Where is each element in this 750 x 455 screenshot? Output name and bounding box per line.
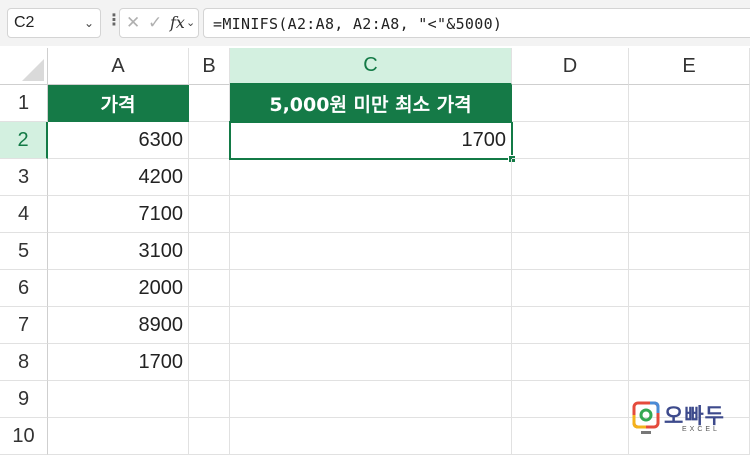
cell-c6[interactable] bbox=[230, 270, 512, 307]
row-header-5[interactable]: 5 bbox=[0, 233, 48, 270]
cancel-icon[interactable]: ✕ bbox=[126, 13, 140, 33]
cell-a4[interactable]: 7100 bbox=[48, 196, 189, 233]
cell-b10[interactable] bbox=[189, 418, 230, 455]
cell-c7[interactable] bbox=[230, 307, 512, 344]
cell-e4[interactable] bbox=[629, 196, 750, 233]
logo-sub-text: EXCEL bbox=[682, 426, 720, 433]
cell-b8[interactable] bbox=[189, 344, 230, 381]
row-header-4[interactable]: 4 bbox=[0, 196, 48, 233]
insert-function-icon[interactable]: fx bbox=[170, 13, 185, 32]
formula-text: =MINIFS(A2:A8, A2:A8, "<"&5000) bbox=[213, 15, 503, 33]
cell-e3[interactable] bbox=[629, 159, 750, 196]
formula-input[interactable]: =MINIFS(A2:A8, A2:A8, "<"&5000) bbox=[203, 8, 750, 38]
chevron-down-icon[interactable]: ⌄ bbox=[186, 16, 195, 29]
enter-icon[interactable]: ✓ bbox=[148, 13, 162, 33]
cell-b4[interactable] bbox=[189, 196, 230, 233]
cell-d2[interactable] bbox=[512, 122, 629, 159]
row-header-7[interactable]: 7 bbox=[0, 307, 48, 344]
select-all-triangle-icon bbox=[22, 59, 44, 81]
cell-d4[interactable] bbox=[512, 196, 629, 233]
cell-c5[interactable] bbox=[230, 233, 512, 270]
cell-a8[interactable]: 1700 bbox=[48, 344, 189, 381]
column-header-d[interactable]: D bbox=[512, 48, 629, 85]
cell-a1[interactable]: 가격 bbox=[48, 85, 189, 122]
cell-a10[interactable] bbox=[48, 418, 189, 455]
column-header-e[interactable]: E bbox=[629, 48, 750, 85]
cell-a9[interactable] bbox=[48, 381, 189, 418]
cell-e8[interactable] bbox=[629, 344, 750, 381]
cell-c3[interactable] bbox=[230, 159, 512, 196]
cell-c10[interactable] bbox=[230, 418, 512, 455]
cell-b9[interactable] bbox=[189, 381, 230, 418]
row-header-8[interactable]: 8 bbox=[0, 344, 48, 381]
row-header-10[interactable]: 10 bbox=[0, 418, 48, 455]
cell-e7[interactable] bbox=[629, 307, 750, 344]
cell-d3[interactable] bbox=[512, 159, 629, 196]
cell-d1[interactable] bbox=[512, 85, 629, 122]
name-box[interactable]: C2 ⌄ bbox=[7, 8, 101, 38]
cell-a6[interactable]: 2000 bbox=[48, 270, 189, 307]
column-header-b[interactable]: B bbox=[189, 48, 230, 85]
cell-e2[interactable] bbox=[629, 122, 750, 159]
cell-a3[interactable]: 4200 bbox=[48, 159, 189, 196]
cell-b3[interactable] bbox=[189, 159, 230, 196]
cell-d10[interactable] bbox=[512, 418, 629, 455]
select-all-button[interactable] bbox=[0, 48, 48, 85]
name-box-value: C2 bbox=[14, 14, 35, 31]
cell-b5[interactable] bbox=[189, 233, 230, 270]
cell-b2[interactable] bbox=[189, 122, 230, 159]
cell-c8[interactable] bbox=[230, 344, 512, 381]
row-header-6[interactable]: 6 bbox=[0, 270, 48, 307]
cell-d6[interactable] bbox=[512, 270, 629, 307]
cell-a5[interactable]: 3100 bbox=[48, 233, 189, 270]
cell-d7[interactable] bbox=[512, 307, 629, 344]
row-header-3[interactable]: 3 bbox=[0, 159, 48, 196]
cell-c9[interactable] bbox=[230, 381, 512, 418]
cell-b7[interactable] bbox=[189, 307, 230, 344]
column-header-a[interactable]: A bbox=[48, 48, 189, 85]
row-header-2[interactable]: 2 bbox=[0, 122, 48, 159]
row-header-9[interactable]: 9 bbox=[0, 381, 48, 418]
column-header-c[interactable]: C bbox=[230, 48, 512, 85]
cell-d5[interactable] bbox=[512, 233, 629, 270]
cell-c4[interactable] bbox=[230, 196, 512, 233]
cell-e6[interactable] bbox=[629, 270, 750, 307]
cell-d9[interactable] bbox=[512, 381, 629, 418]
chevron-down-icon[interactable]: ⌄ bbox=[84, 16, 94, 30]
brand-logo: 오빠두 EXCEL bbox=[632, 400, 737, 440]
cell-c1[interactable]: 5,000원 미만 최소 가격 bbox=[230, 85, 512, 122]
formula-bar: C2 ⌄ ⋮ ✕ ✓ fx ⌄ =MINIFS(A2:A8, A2:A8, "<… bbox=[0, 0, 750, 46]
logo-icon bbox=[632, 401, 660, 434]
cell-a7[interactable]: 8900 bbox=[48, 307, 189, 344]
cell-e1[interactable] bbox=[629, 85, 750, 122]
row-header-1[interactable]: 1 bbox=[0, 85, 48, 122]
cell-d8[interactable] bbox=[512, 344, 629, 381]
formula-actions: ✕ ✓ fx ⌄ bbox=[119, 8, 199, 38]
cell-c2[interactable]: 1700 bbox=[229, 121, 513, 160]
cell-a2[interactable]: 6300 bbox=[48, 122, 189, 159]
cell-b6[interactable] bbox=[189, 270, 230, 307]
cell-b1[interactable] bbox=[189, 85, 230, 122]
cell-e5[interactable] bbox=[629, 233, 750, 270]
